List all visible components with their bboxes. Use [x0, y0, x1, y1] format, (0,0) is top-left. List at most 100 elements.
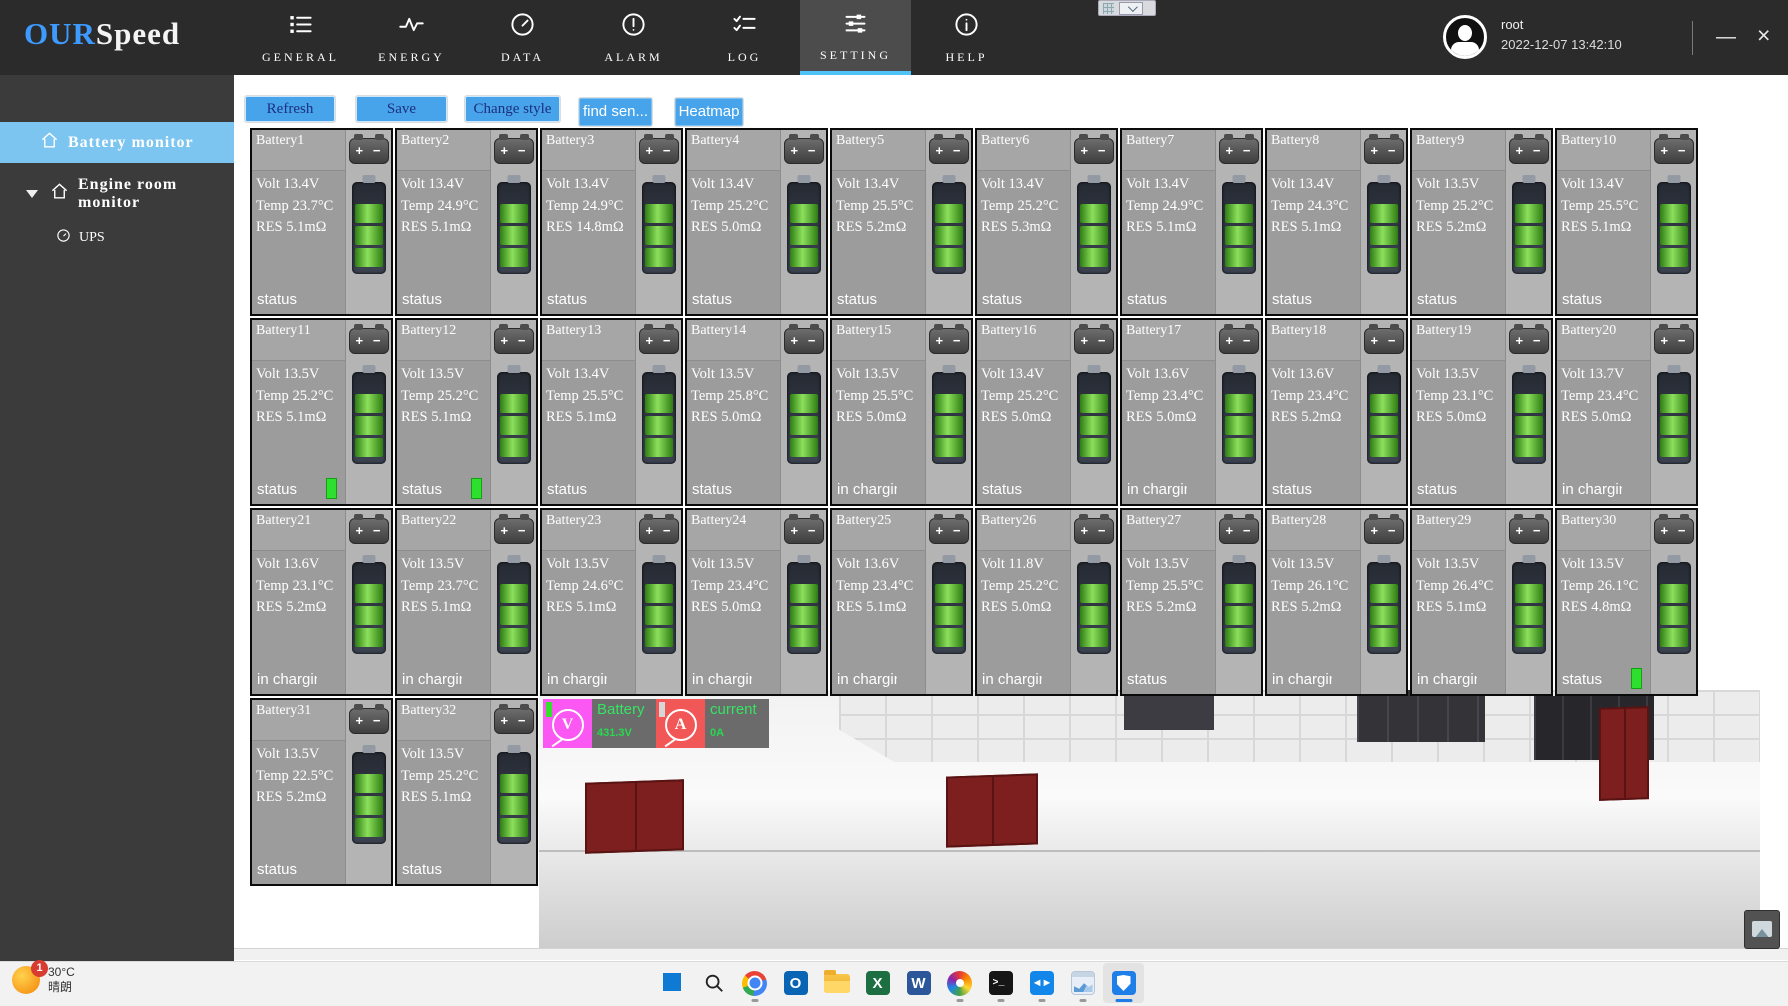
header-bar: OURSpeed GENERAL ENERGY DATA ALARM LOG S…: [0, 0, 1788, 75]
battery-name: Battery11: [256, 323, 311, 339]
battery-card[interactable]: Battery20 +− Volt 13.7V Temp 23.4°C RES …: [1555, 318, 1698, 506]
temp-value: 25.5°C: [1162, 578, 1203, 594]
battery-readings: Volt 13.5V Temp 23.7°C RES 5.1mΩ: [401, 554, 478, 619]
temp-label: Temp: [981, 578, 1014, 594]
user-avatar[interactable]: [1443, 15, 1487, 59]
battery-card[interactable]: Battery12 +− Volt 13.5V Temp 25.2°C RES …: [395, 318, 538, 506]
sidebar-item-battery-monitor[interactable]: Battery monitor: [0, 122, 234, 163]
battery-card[interactable]: Battery28 +− Volt 13.5V Temp 26.1°C RES …: [1265, 508, 1408, 696]
sidebar-item-engine-room-monitor[interactable]: Engine room monitor: [0, 178, 234, 210]
refresh-button[interactable]: Refresh: [245, 96, 335, 122]
terminal-button[interactable]: >_: [980, 963, 1021, 1003]
map-toggle-button[interactable]: [1744, 910, 1780, 949]
horizontal-scrollbar[interactable]: [234, 948, 1788, 960]
volt-label: Volt: [981, 556, 1005, 572]
find-sensor-button[interactable]: find sen...: [579, 98, 652, 126]
battery-card[interactable]: Battery13 +− Volt 13.4V Temp 25.5°C RES …: [540, 318, 683, 506]
battery-card[interactable]: Battery24 +− Volt 13.5V Temp 23.4°C RES …: [685, 508, 828, 696]
close-button[interactable]: ×: [1757, 22, 1770, 48]
outlook-button[interactable]: O: [775, 963, 816, 1003]
battery-name: Battery32: [401, 703, 456, 719]
temp-value: 25.2°C: [437, 388, 478, 404]
battery-card[interactable]: Battery11 +− Volt 13.5V Temp 25.2°C RES …: [250, 318, 393, 506]
battery-status: in charging: [547, 671, 607, 691]
res-label: RES: [1561, 409, 1588, 425]
battery-status: status: [1417, 291, 1477, 311]
battery-card[interactable]: Battery10 +− Volt 13.4V Temp 25.5°C RES …: [1555, 128, 1698, 316]
battery-card[interactable]: Battery2 +− Volt 13.4V Temp 24.9°C RES 5…: [395, 128, 538, 316]
chrome-button[interactable]: [734, 963, 775, 1003]
photos-button[interactable]: [939, 963, 980, 1003]
word-button[interactable]: W: [898, 963, 939, 1003]
chevron-down-icon[interactable]: [1119, 2, 1143, 15]
temp-label: Temp: [836, 388, 869, 404]
battery-card[interactable]: Battery30 +− Volt 13.5V Temp 26.1°C RES …: [1555, 508, 1698, 696]
tab-data[interactable]: DATA: [467, 0, 578, 75]
battery-card[interactable]: Battery1 +− Volt 13.4V Temp 23.7°C RES 5…: [250, 128, 393, 316]
battery-card[interactable]: Battery7 +− Volt 13.4V Temp 24.9°C RES 5…: [1120, 128, 1263, 316]
battery-readings: Volt 13.5V Temp 25.8°C RES 5.0mΩ: [691, 364, 768, 429]
res-label: RES: [1271, 219, 1298, 235]
battery-card[interactable]: Battery17 +− Volt 13.6V Temp 23.4°C RES …: [1120, 318, 1263, 506]
tab-help[interactable]: HELP: [911, 0, 1022, 75]
teamviewer-button[interactable]: ◄►: [1021, 963, 1062, 1003]
battery-card[interactable]: Battery5 +− Volt 13.4V Temp 25.5°C RES 5…: [830, 128, 973, 316]
tab-log[interactable]: LOG: [689, 0, 800, 75]
battery-card[interactable]: Battery29 +− Volt 13.5V Temp 26.4°C RES …: [1410, 508, 1553, 696]
start-button[interactable]: [652, 963, 693, 1003]
battery-card[interactable]: Battery19 +− Volt 13.5V Temp 23.1°C RES …: [1410, 318, 1553, 506]
battery-name: Battery20: [1561, 323, 1616, 339]
expand-arrow-icon[interactable]: [26, 190, 38, 198]
battery-card[interactable]: Battery25 +− Volt 13.6V Temp 23.4°C RES …: [830, 508, 973, 696]
battery-card[interactable]: Battery26 +− Volt 11.8V Temp 25.2°C RES …: [975, 508, 1118, 696]
battery-card[interactable]: Battery18 +− Volt 13.6V Temp 23.4°C RES …: [1265, 318, 1408, 506]
battery-status: status: [692, 481, 752, 501]
battery-monitor-app-button[interactable]: [1103, 963, 1144, 1003]
battery-graphic-column: +−: [780, 510, 826, 694]
battery-card[interactable]: Battery23 +− Volt 13.5V Temp 24.6°C RES …: [540, 508, 683, 696]
excel-button[interactable]: X: [857, 963, 898, 1003]
battery-card[interactable]: Battery22 +− Volt 13.5V Temp 23.7°C RES …: [395, 508, 538, 696]
battery-card[interactable]: Battery32 +− Volt 13.5V Temp 25.2°C RES …: [395, 698, 538, 886]
save-button[interactable]: Save: [356, 96, 447, 122]
tab-setting[interactable]: SETTING: [800, 0, 911, 75]
battery-card[interactable]: Battery27 +− Volt 13.5V Temp 25.5°C RES …: [1120, 508, 1263, 696]
battery-name: Battery8: [1271, 133, 1319, 149]
sidebar-item-ups[interactable]: UPS: [0, 225, 234, 251]
battery-terminal-icon: +−: [639, 328, 679, 354]
tab-label: GENERAL: [262, 50, 339, 65]
voltmeter-widget[interactable]: V Battery 431.3V: [543, 699, 658, 748]
battery-card[interactable]: Battery3 +− Volt 13.4V Temp 24.9°C RES 1…: [540, 128, 683, 316]
task-manager-button[interactable]: [1062, 963, 1103, 1003]
search-button[interactable]: [693, 963, 734, 1003]
battery-graphic-column: +−: [1650, 320, 1696, 504]
battery-card[interactable]: Battery14 +− Volt 13.5V Temp 25.8°C RES …: [685, 318, 828, 506]
battery-level-icon: [1657, 562, 1691, 654]
battery-card[interactable]: Battery8 +− Volt 13.4V Temp 24.3°C RES 5…: [1265, 128, 1408, 316]
volt-value: 13.4V: [719, 176, 755, 192]
file-explorer-button[interactable]: [816, 963, 857, 1003]
taskbar-weather-widget[interactable]: 1 30°C 晴朗: [12, 965, 75, 995]
battery-name: Battery16: [981, 323, 1036, 339]
heatmap-button[interactable]: Heatmap: [675, 98, 743, 126]
minimize-button[interactable]: —: [1716, 24, 1736, 50]
volt-value: 13.5V: [284, 746, 320, 762]
battery-card[interactable]: Battery31 +− Volt 13.5V Temp 22.5°C RES …: [250, 698, 393, 886]
tab-energy[interactable]: ENERGY: [356, 0, 467, 75]
change-style-button[interactable]: Change style: [465, 96, 560, 122]
tab-alarm[interactable]: ALARM: [578, 0, 689, 75]
battery-card[interactable]: Battery6 +− Volt 13.4V Temp 25.2°C RES 5…: [975, 128, 1118, 316]
battery-card[interactable]: Battery21 +− Volt 13.6V Temp 23.1°C RES …: [250, 508, 393, 696]
floating-capture-widget[interactable]: [1098, 0, 1156, 16]
battery-terminal-icon: +−: [1654, 138, 1694, 164]
ammeter-widget[interactable]: A current 0A: [656, 699, 769, 748]
battery-card[interactable]: Battery9 +− Volt 13.5V Temp 25.2°C RES 5…: [1410, 128, 1553, 316]
tab-general[interactable]: GENERAL: [245, 0, 356, 75]
battery-graphic-column: +−: [1650, 510, 1696, 694]
battery-card[interactable]: Battery16 +− Volt 13.4V Temp 25.2°C RES …: [975, 318, 1118, 506]
battery-card[interactable]: Battery4 +− Volt 13.4V Temp 25.2°C RES 5…: [685, 128, 828, 316]
tab-label: LOG: [728, 50, 762, 65]
temp-label: Temp: [1416, 388, 1449, 404]
battery-card[interactable]: Battery15 +− Volt 13.5V Temp 25.5°C RES …: [830, 318, 973, 506]
volt-value: 13.4V: [1009, 176, 1045, 192]
